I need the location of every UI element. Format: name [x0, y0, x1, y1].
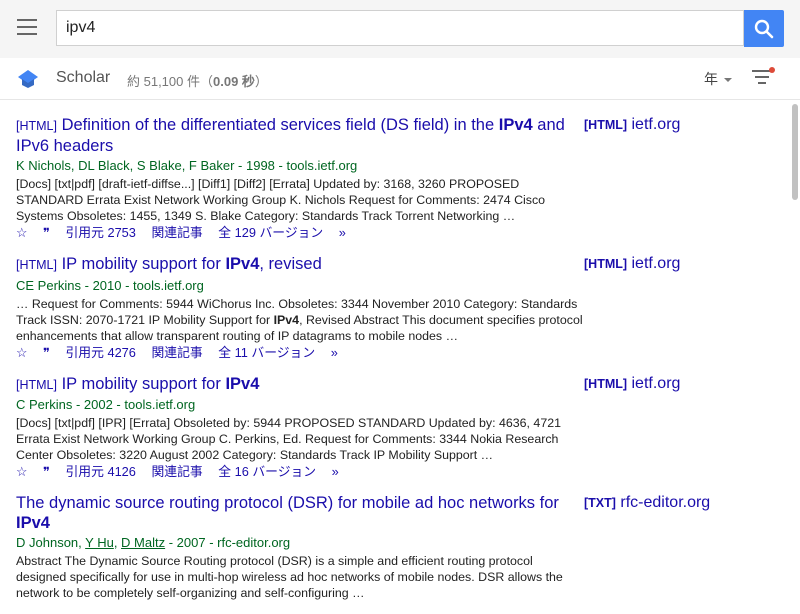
result-authors: C Perkins - 2002 - tools.ietf.org	[16, 397, 196, 412]
more-icon[interactable]: »	[332, 464, 339, 479]
author-link[interactable]: D Maltz	[121, 535, 165, 550]
results-header: Scholar 約 51,100 件（0.09 秒） 年	[0, 58, 800, 100]
all-versions-link[interactable]: 全 11 バージョン	[218, 345, 315, 360]
cited-by-link[interactable]: 引用元 4126	[66, 464, 136, 479]
result-actions: ☆ ❞ 引用元 4126 関連記事 全 16 バージョン »	[16, 464, 586, 481]
result-fulltext-link[interactable]: [TXT] rfc-editor.org	[584, 494, 710, 512]
result-fulltext-link[interactable]: [HTML] ietf.org	[584, 375, 680, 393]
top-search-bar	[0, 0, 800, 58]
filter-active-dot	[769, 67, 775, 73]
quote-icon[interactable]: ❞	[43, 226, 50, 241]
search-box	[56, 10, 744, 46]
search-result: [HTML] IP mobility support for IPv4 C Pe…	[16, 375, 786, 482]
more-icon[interactable]: »	[331, 345, 338, 360]
result-snippet: [Docs] [txt|pdf] [draft-ietf-diffse...] …	[16, 177, 546, 223]
result-fulltext-link[interactable]: [HTML] ietf.org	[584, 255, 680, 273]
cited-by-link[interactable]: 引用元 4276	[66, 345, 136, 360]
result-snippet: [Docs] [txt|pdf] [IPR] [Errata] Obsolete…	[16, 416, 561, 462]
results-list: [HTML] Definition of the differentiated …	[16, 116, 786, 614]
filter-icon[interactable]	[752, 70, 772, 86]
star-icon[interactable]: ☆	[16, 345, 27, 360]
chevron-down-icon	[724, 78, 732, 83]
cited-by-link[interactable]: 引用元 2753	[66, 225, 136, 240]
more-icon[interactable]: »	[339, 225, 346, 240]
result-authors: K Nichols, DL Black, S Blake, F Baker - …	[16, 158, 358, 173]
menu-icon[interactable]	[17, 19, 37, 35]
search-icon	[754, 19, 774, 39]
star-icon[interactable]: ☆	[16, 225, 27, 240]
result-title-link[interactable]: [HTML] IP mobility support for IPv4	[16, 375, 586, 396]
result-title-link[interactable]: [HTML] IP mobility support for IPv4, rev…	[16, 255, 586, 276]
search-result: [HTML] Definition of the differentiated …	[16, 116, 786, 242]
search-result: The dynamic source routing protocol (DSR…	[16, 494, 786, 601]
result-title-link[interactable]: [HTML] Definition of the differentiated …	[16, 116, 586, 156]
result-snippet: Abstract The Dynamic Source Routing prot…	[16, 554, 563, 600]
result-actions: ☆ ❞ 引用元 2753 関連記事 全 129 バージョン »	[16, 225, 586, 242]
scrollbar-thumb[interactable]	[792, 104, 798, 200]
year-filter-button[interactable]: 年	[704, 69, 732, 89]
related-articles-link[interactable]: 関連記事	[151, 225, 202, 240]
author-link[interactable]: Y Hu	[85, 535, 114, 550]
result-fulltext-link[interactable]: [HTML] ietf.org	[584, 116, 680, 134]
search-button[interactable]	[744, 10, 784, 47]
scrollbar[interactable]	[790, 100, 800, 600]
related-articles-link[interactable]: 関連記事	[151, 345, 202, 360]
scholar-brand[interactable]: Scholar	[56, 69, 110, 87]
related-articles-link[interactable]: 関連記事	[151, 464, 202, 479]
all-versions-link[interactable]: 全 129 バージョン	[218, 225, 323, 240]
search-input[interactable]	[57, 11, 726, 45]
result-actions: ☆ ❞ 引用元 4276 関連記事 全 11 バージョン »	[16, 345, 586, 362]
result-authors: CE Perkins - 2010 - tools.ietf.org	[16, 277, 204, 293]
search-result: [HTML] IP mobility support for IPv4, rev…	[16, 255, 786, 362]
quote-icon[interactable]: ❞	[43, 346, 50, 361]
star-icon[interactable]: ☆	[16, 464, 27, 479]
result-snippet: … Request for Comments: 5944 WiChorus In…	[16, 296, 583, 343]
result-count: 約 51,100 件（0.09 秒）	[127, 74, 268, 89]
scholar-logo-icon[interactable]	[17, 69, 39, 89]
result-authors: D Johnson, Y Hu, D Maltz - 2007 - rfc-ed…	[16, 535, 291, 550]
result-title-link[interactable]: The dynamic source routing protocol (DSR…	[16, 494, 586, 533]
quote-icon[interactable]: ❞	[43, 465, 50, 480]
all-versions-link[interactable]: 全 16 バージョン	[218, 464, 316, 479]
